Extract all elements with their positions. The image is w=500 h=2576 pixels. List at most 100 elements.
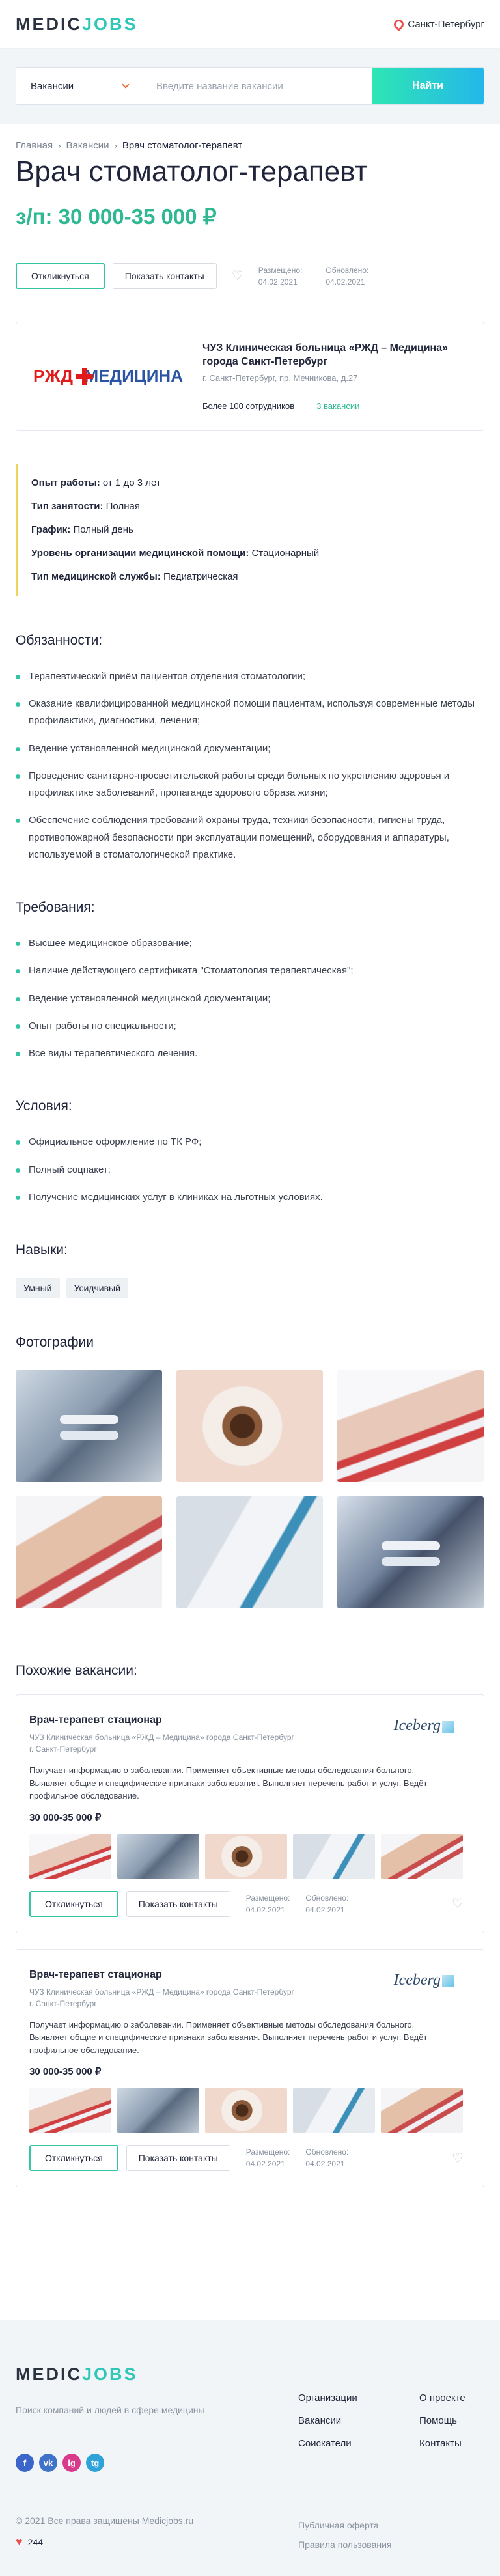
footer-link-organizations[interactable]: Организации (298, 2387, 357, 2409)
list-item: Ведение установленной медицинской докуме… (16, 990, 484, 1007)
photo-thumb[interactable] (205, 1833, 287, 1879)
updated-date: Обновлено: 04.02.2021 (326, 265, 369, 287)
updated-date: Обновлено: 04.02.2021 (305, 1893, 349, 1914)
similar-vacancy-card[interactable]: Врач-терапевт стационар ЧУЗ Клиническая … (16, 1694, 484, 1933)
category-select[interactable]: Вакансии (16, 68, 143, 104)
city-selector[interactable]: Санкт-Петербург (392, 17, 484, 31)
footer-tagline: Поиск компаний и людей в сфере медицины (16, 2405, 205, 2415)
photos-section: Фотографии (0, 1335, 500, 1351)
company-card[interactable]: РЖД МЕДИЦИНА ЧУЗ Клиническая больница «Р… (16, 321, 484, 431)
instagram-icon[interactable]: ig (62, 2454, 81, 2472)
photo-eye-lens[interactable] (176, 1370, 323, 1483)
company-vacancies-link[interactable]: 3 вакансии (316, 401, 359, 411)
show-contacts-button[interactable]: Показать контакты (126, 1890, 230, 1917)
requirements-section: Требования: Высшее медицинское образован… (0, 900, 500, 1062)
favorite-heart-icon[interactable]: ♡ (230, 268, 245, 284)
photo-surgical-robot[interactable] (16, 1370, 162, 1483)
company-employees: Более 100 сотрудников (202, 400, 295, 411)
photo-thumb[interactable] (117, 1833, 199, 1879)
list-item: Обеспечение соблюдения требований охраны… (16, 812, 484, 863)
list-item: Терапевтический приём пациентов отделени… (16, 668, 484, 685)
favorite-heart-icon[interactable]: ♡ (450, 1896, 465, 1912)
social-links: f vk ig tg (16, 2454, 104, 2472)
footer-link-help[interactable]: Помощь (419, 2409, 465, 2432)
photo-thumb[interactable] (29, 1833, 111, 1879)
search-input[interactable] (143, 68, 372, 104)
vacancy-params: Опыт работы: от 1 до 3 лет Тип занятости… (16, 463, 484, 596)
footer-link-vacancies[interactable]: Вакансии (298, 2409, 357, 2432)
search-button[interactable]: Найти (372, 68, 484, 104)
footer-logo[interactable]: MEDICJOBS (16, 2364, 138, 2385)
location-pin-icon (392, 17, 406, 31)
footer-nav-col1: Организации Вакансии Соискатели (298, 2387, 357, 2455)
company-info: ЧУЗ Клиническая больница «РЖД – Медицина… (183, 342, 467, 411)
footer-link-offer[interactable]: Публичная оферта (298, 2515, 392, 2535)
company-name[interactable]: ЧУЗ Клиническая больница «РЖД – Медицина… (202, 342, 467, 369)
respond-button[interactable]: Откликнуться (29, 2145, 118, 2172)
vacancy-description: Получает информацию о заболевании. Приме… (29, 1765, 428, 1801)
vacancy-salary: 30 000-35 000 ₽ (29, 1812, 102, 1823)
copyright: © 2021 Все права защищены Medicjobs.ru (16, 2515, 194, 2526)
breadcrumb-home[interactable]: Главная (16, 140, 53, 151)
list-item: Наличие действующего сертификата "Стомат… (16, 962, 484, 979)
list-item: Получение медицинских услуг в клиниках н… (16, 1189, 484, 1206)
favorite-heart-icon[interactable]: ♡ (450, 2150, 465, 2166)
updated-date: Обновлено: 04.02.2021 (305, 2148, 349, 2169)
placed-date: Размещено: 04.02.2021 (258, 265, 303, 287)
photo-lab-scientist[interactable] (176, 1496, 323, 1609)
similar-vacancy-card[interactable]: Врач-терапевт стационар ЧУЗ Клиническая … (16, 1948, 484, 2188)
similar-section: Похожие вакансии: (0, 1663, 500, 1679)
photo-thumb[interactable] (381, 1833, 463, 1879)
facebook-icon[interactable]: f (16, 2454, 34, 2472)
list-item: Ведение установленной медицинской докуме… (16, 740, 484, 757)
vacancy-salary: 30 000-35 000 ₽ (29, 2066, 102, 2078)
show-contacts-button[interactable]: Показать контакты (112, 262, 217, 289)
site-logo[interactable]: MEDICJOBS (16, 14, 138, 35)
list-item: Высшее медицинское образование; (16, 935, 484, 952)
conditions-section: Условия: Официальное оформление по ТК РФ… (0, 1099, 500, 1206)
photo-operating-room[interactable] (337, 1496, 484, 1609)
city-label: Санкт-Петербург (408, 18, 484, 30)
respond-button[interactable]: Откликнуться (29, 1890, 118, 1917)
photo-child-plaster[interactable] (16, 1496, 162, 1609)
photo-thumb[interactable] (381, 2088, 463, 2134)
photo-child-vaccination[interactable] (337, 1370, 484, 1483)
photo-thumb[interactable] (293, 2088, 375, 2134)
requirements-title: Требования: (16, 900, 95, 916)
duties-title: Обязанности: (16, 632, 103, 648)
skill-chip: Умный (16, 1278, 60, 1299)
show-contacts-button[interactable]: Показать контакты (126, 2145, 230, 2172)
site-footer: MEDICJOBS Поиск компаний и людей в сфере… (0, 2320, 500, 2576)
list-item: Оказание квалифицированной медицинской п… (16, 695, 484, 730)
telegram-icon[interactable]: tg (86, 2454, 104, 2472)
photo-gallery (0, 1370, 500, 1609)
conditions-title: Условия: (16, 1099, 72, 1114)
photo-thumb[interactable] (205, 2088, 287, 2134)
site-header: MEDICJOBS Санкт-Петербург (0, 0, 500, 49)
footer-link-contacts[interactable]: Контакты (419, 2432, 465, 2455)
footer-link-rules[interactable]: Правила пользования (298, 2535, 392, 2555)
heart-icon: ♥ (16, 2535, 23, 2548)
photo-thumb[interactable] (293, 1833, 375, 1879)
vacancy-photos (29, 1833, 471, 1879)
search-bar: Вакансии Найти (16, 67, 484, 105)
breadcrumb-vacancies[interactable]: Вакансии (66, 140, 109, 151)
iceberg-logo: Iceberg (394, 1972, 454, 1989)
photo-thumb[interactable] (29, 2088, 111, 2134)
similar-title: Похожие вакансии: (16, 1663, 137, 1679)
param-experience: Опыт работы: от 1 до 3 лет (31, 477, 161, 488)
respond-button[interactable]: Откликнуться (16, 262, 105, 289)
vk-icon[interactable]: vk (39, 2454, 57, 2472)
likes-counter[interactable]: ♥ 244 (16, 2535, 43, 2549)
list-item: Проведение санитарно-просветительской ра… (16, 768, 484, 802)
vacancy-salary: з/п: 30 000-35 000 ₽ (16, 204, 217, 229)
list-item: Все виды терапевтического лечения. (16, 1045, 484, 1062)
list-item: Полный соцпакет; (16, 1162, 484, 1179)
photos-title: Фотографии (16, 1335, 94, 1351)
param-service-type: Тип медицинской службы: Педиатрическая (31, 570, 238, 582)
placed-date: Размещено: 04.02.2021 (245, 2148, 290, 2169)
footer-nav-col2: О проекте Помощь Контакты (419, 2387, 465, 2455)
footer-link-candidates[interactable]: Соискатели (298, 2432, 357, 2455)
footer-link-about[interactable]: О проекте (419, 2387, 465, 2409)
photo-thumb[interactable] (117, 2088, 199, 2134)
